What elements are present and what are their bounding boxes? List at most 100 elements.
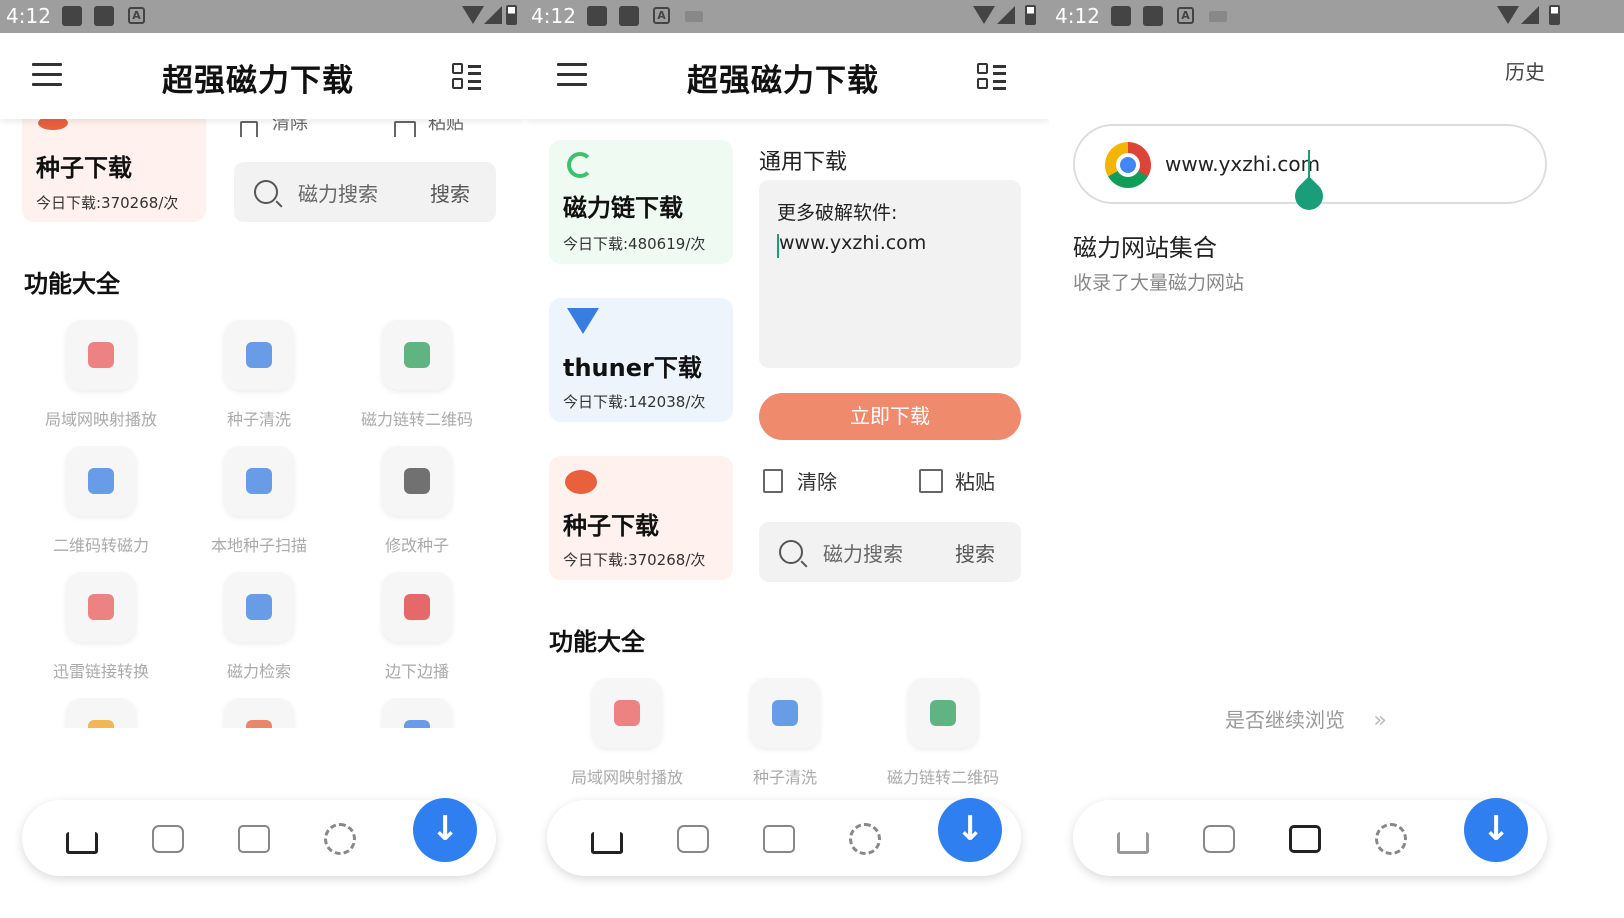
settings-icon[interactable] — [324, 823, 356, 855]
a-icon: A — [1177, 7, 1194, 24]
keyboard-icon — [1209, 11, 1227, 22]
phone-screen-1: 4:12 A 清除 粘贴 种子下载 今日下载:370268/次 磁力搜索 搜索 … — [0, 0, 525, 918]
app-header: 超强磁力下载 — [0, 33, 525, 119]
feature-item[interactable]: 迅雷链接转换 — [31, 572, 171, 682]
settings-icon[interactable] — [849, 823, 881, 855]
menu-icon[interactable] — [557, 63, 587, 93]
download-icon[interactable]: ↓ — [413, 798, 477, 862]
fire-icon — [224, 698, 294, 728]
tv-icon[interactable] — [677, 825, 709, 853]
history-button[interactable]: 历史 — [1505, 56, 1545, 85]
search-button[interactable]: 搜索 — [430, 178, 470, 207]
folder-icon — [66, 698, 136, 728]
paste-label: 粘贴 — [428, 117, 464, 134]
signal-icon — [1521, 6, 1539, 24]
card-stat: 今日下载:370268/次 — [563, 551, 706, 569]
download-icon[interactable]: ↓ — [1464, 798, 1528, 862]
home-icon[interactable] — [591, 832, 623, 854]
battery-icon — [1025, 5, 1036, 25]
status-time: 4:12 — [6, 4, 51, 28]
feature-item[interactable]: 边下边播 — [347, 572, 487, 682]
feature-label: 局域网映射播放 — [570, 768, 683, 787]
feature-label: 磁力链转二维码 — [886, 768, 999, 787]
feature-label: 磁力检索 — [226, 662, 291, 681]
qr-code-icon — [382, 320, 452, 390]
a-icon: A — [653, 7, 670, 24]
feature-item[interactable]: 种子清洗 — [189, 320, 329, 430]
paste-label: 粘贴 — [955, 470, 995, 494]
search-placeholder: 磁力搜索 — [298, 182, 378, 206]
magnet-download-card[interactable]: 磁力链下载 今日下载:480619/次 — [549, 140, 733, 264]
notification-icon — [619, 6, 639, 26]
magnifier-icon — [224, 446, 294, 516]
cards-icon[interactable] — [763, 825, 795, 853]
settings-icon[interactable] — [1375, 823, 1407, 855]
clear-button[interactable]: 清除 — [763, 466, 837, 495]
link-icon — [66, 572, 136, 642]
collection-subtitle: 收录了大量磁力网站 — [1073, 272, 1245, 294]
link-textarea[interactable]: 更多破解软件: www.yxzhi.com — [759, 180, 1021, 368]
gears-icon — [750, 678, 820, 748]
magnet-search-box[interactable]: 磁力搜索 搜索 — [234, 162, 496, 222]
notification-icon — [1111, 6, 1131, 26]
clear-button[interactable]: 清除 — [240, 117, 308, 137]
status-time: 4:12 — [1055, 4, 1100, 28]
notification-icon — [1143, 6, 1163, 26]
status-bar: 4:12 A — [1049, 0, 1624, 33]
menu-icon[interactable] — [32, 63, 62, 93]
download-icon[interactable]: ↓ — [938, 798, 1002, 862]
search-job-icon — [224, 572, 294, 642]
feature-item[interactable]: 局域网映射播放 — [557, 678, 697, 788]
magnet-search-box[interactable]: 磁力搜索 搜索 — [759, 522, 1021, 582]
feature-label: 磁力链转二维码 — [360, 410, 473, 429]
feature-item[interactable]: 种子清洗 — [715, 678, 855, 788]
url-input[interactable]: www.yxzhi.com — [1073, 124, 1547, 216]
collection-title[interactable]: 磁力网站集合 — [1073, 228, 1217, 263]
status-bar: 4:12 A — [0, 0, 525, 33]
bird-icon — [567, 308, 599, 334]
general-download-label: 通用下载 — [759, 150, 848, 175]
notification-icon — [94, 6, 114, 26]
wifi-icon — [1497, 6, 1519, 24]
cursor-handle[interactable] — [1289, 176, 1329, 216]
feature-item[interactable] — [347, 698, 487, 728]
card-title: 种子下载 — [36, 154, 132, 182]
a-icon: A — [128, 7, 145, 24]
section-title: 功能大全 — [543, 622, 651, 657]
grid-list-icon[interactable] — [452, 63, 482, 91]
grid-list-icon[interactable] — [977, 63, 1007, 91]
bottom-nav: ↓ — [1073, 798, 1547, 876]
continue-label: 是否继续浏览 — [1225, 708, 1345, 732]
feature-item[interactable] — [31, 698, 171, 728]
feature-label: 种子清洗 — [226, 410, 291, 429]
feature-item[interactable]: 本地种子扫描 — [189, 446, 329, 556]
seed-download-card[interactable]: 种子下载 今日下载:370268/次 — [549, 456, 733, 580]
home-icon[interactable] — [1117, 832, 1149, 854]
feature-item[interactable]: 磁力检索 — [189, 572, 329, 682]
battery-icon — [1549, 5, 1560, 25]
download-now-button[interactable]: 立即下载 — [759, 393, 1021, 440]
feature-label: 本地种子扫描 — [210, 536, 307, 555]
bottom-nav: ↓ — [22, 798, 496, 876]
feature-item[interactable]: 磁力链转二维码 — [347, 320, 487, 430]
feature-item[interactable]: 局域网映射播放 — [31, 320, 171, 430]
continue-browsing-link[interactable]: 是否继续浏览 » — [1225, 704, 1387, 733]
home-icon[interactable] — [66, 832, 98, 854]
feature-item[interactable] — [189, 698, 329, 728]
cards-icon[interactable] — [1289, 825, 1321, 853]
feature-item[interactable]: 修改种子 — [347, 446, 487, 556]
thunder-download-card[interactable]: thuner下载 今日下载:142038/次 — [549, 298, 733, 422]
paste-button[interactable]: 粘贴 — [394, 117, 464, 137]
feature-item[interactable]: 二维码转磁力 — [31, 446, 171, 556]
tv-icon[interactable] — [152, 825, 184, 853]
section-title: 功能大全 — [18, 264, 126, 299]
feature-item[interactable]: 磁力链转二维码 — [873, 678, 1013, 788]
search-button[interactable]: 搜索 — [955, 538, 995, 567]
video-cast-icon — [592, 678, 662, 748]
clear-label: 清除 — [272, 117, 308, 134]
chrome-icon — [1105, 142, 1151, 188]
keyboard-icon — [685, 11, 703, 22]
tv-icon[interactable] — [1203, 825, 1235, 853]
paste-button[interactable]: 粘贴 — [919, 466, 995, 495]
cards-icon[interactable] — [238, 825, 270, 853]
